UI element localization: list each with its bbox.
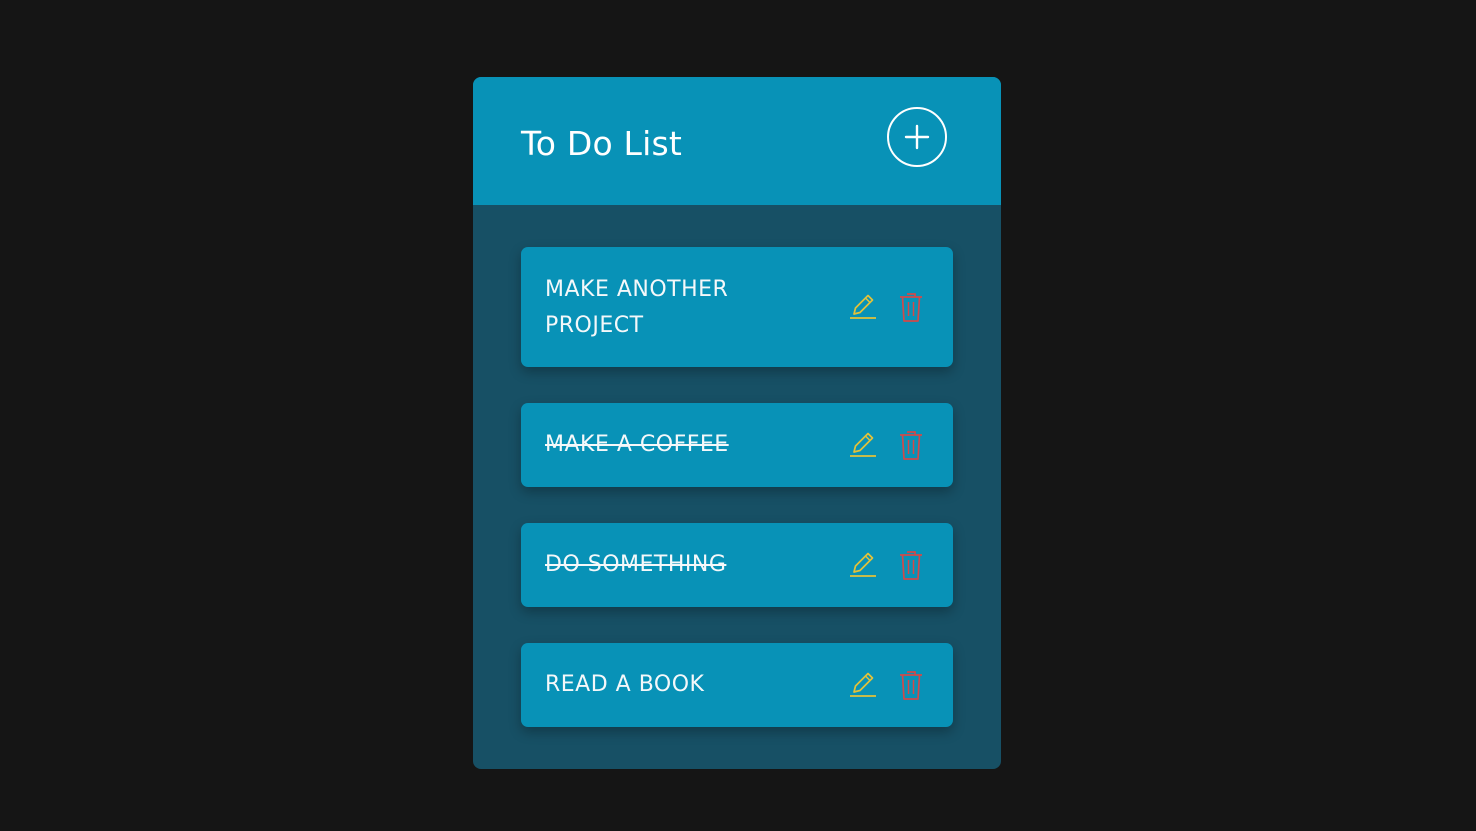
task-label[interactable]: Make another project [545,272,815,344]
pencil-icon [850,672,876,697]
task-item-completed: Do something [521,523,953,607]
task-label[interactable]: Do something [545,547,815,583]
edit-task-button[interactable] [845,547,879,583]
trash-icon [900,671,922,700]
page-title: To Do List [521,124,683,163]
add-task-button[interactable] [887,107,947,167]
task-item: Read a book [521,643,953,727]
task-label[interactable]: Make a coffee [545,427,815,463]
pencil-icon [850,294,876,319]
task-item: Make another project [521,247,953,367]
trash-icon [900,431,922,460]
trash-icon [900,293,922,322]
delete-task-button[interactable] [894,547,928,583]
todo-card: To Do List Make another project [473,77,1001,769]
delete-task-button[interactable] [894,667,928,703]
edit-task-button[interactable] [845,289,879,325]
delete-task-button[interactable] [894,427,928,463]
card-header: To Do List [473,77,1001,205]
pencil-icon [850,432,876,457]
plus-icon [904,124,930,150]
delete-task-button[interactable] [894,289,928,325]
trash-icon [900,551,922,580]
task-label[interactable]: Read a book [545,667,815,703]
edit-task-button[interactable] [845,427,879,463]
pencil-icon [850,552,876,577]
task-item-completed: Make a coffee [521,403,953,487]
edit-task-button[interactable] [845,667,879,703]
